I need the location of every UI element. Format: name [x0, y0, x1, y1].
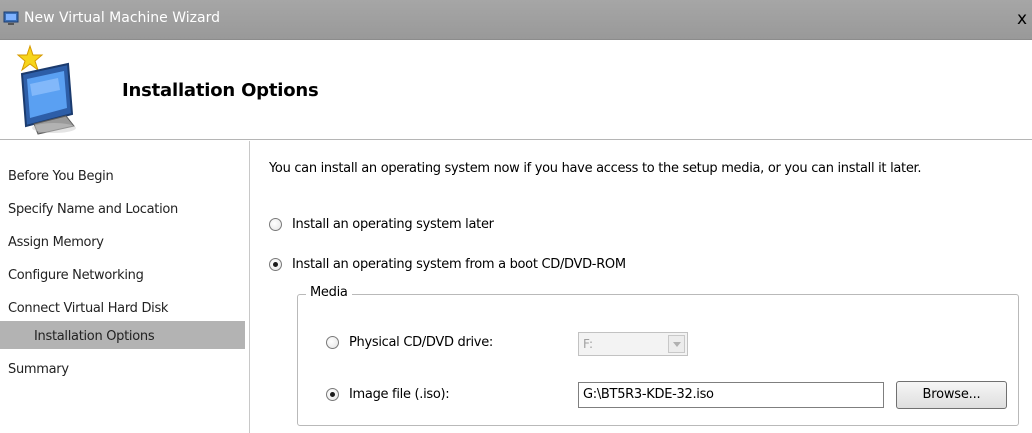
chevron-down-icon[interactable] [668, 335, 685, 353]
option-image-file[interactable]: Image file (.iso): [326, 387, 450, 402]
option-install-later[interactable]: Install an operating system later [269, 217, 494, 232]
install-from-boot-label: Install an operating system from a boot … [292, 257, 626, 272]
close-button[interactable]: x [1012, 9, 1032, 29]
browse-button[interactable]: Browse... [896, 381, 1007, 409]
iso-path-input[interactable]: G:\BT5R3-KDE-32.iso [578, 382, 884, 408]
new-vm-wizard-icon [16, 44, 76, 135]
physical-drive-radio[interactable] [326, 336, 339, 349]
image-file-label: Image file (.iso): [349, 387, 450, 402]
image-file-radio[interactable] [326, 388, 339, 401]
sidebar-item-assign-memory[interactable]: Assign Memory [0, 227, 249, 260]
title-bar: New Virtual Machine Wizard x [0, 0, 1032, 40]
wizard-steps-sidebar: Before You Begin Specify Name and Locati… [0, 141, 250, 433]
wizard-header: Installation Options [0, 40, 1032, 140]
media-groupbox: Media Physical CD/DVD drive: F: Image fi… [297, 285, 1019, 426]
virtual-machine-icon [3, 11, 19, 25]
option-physical-drive[interactable]: Physical CD/DVD drive: [326, 335, 493, 350]
physical-drive-select[interactable]: F: [578, 332, 688, 356]
media-legend: Media [306, 285, 352, 300]
physical-drive-label: Physical CD/DVD drive: [349, 335, 493, 350]
window-title: New Virtual Machine Wizard [24, 10, 220, 26]
sidebar-item-installation-options[interactable]: Installation Options [0, 321, 245, 349]
install-later-radio[interactable] [269, 218, 282, 231]
sidebar-item-configure-networking[interactable]: Configure Networking [0, 260, 249, 293]
sidebar-item-summary[interactable]: Summary [0, 354, 249, 387]
sidebar-item-connect-virtual-hard-disk[interactable]: Connect Virtual Hard Disk [0, 293, 249, 321]
page-title: Installation Options [122, 80, 319, 101]
option-install-from-boot[interactable]: Install an operating system from a boot … [269, 257, 626, 272]
sidebar-item-specify-name-and-location[interactable]: Specify Name and Location [0, 194, 249, 227]
drive-select-value: F: [583, 337, 594, 351]
intro-text: You can install an operating system now … [269, 161, 922, 176]
main-content: You can install an operating system now … [251, 141, 1032, 433]
sidebar-item-before-you-begin[interactable]: Before You Begin [0, 161, 249, 194]
install-from-boot-radio[interactable] [269, 258, 282, 271]
install-later-label: Install an operating system later [292, 217, 494, 232]
